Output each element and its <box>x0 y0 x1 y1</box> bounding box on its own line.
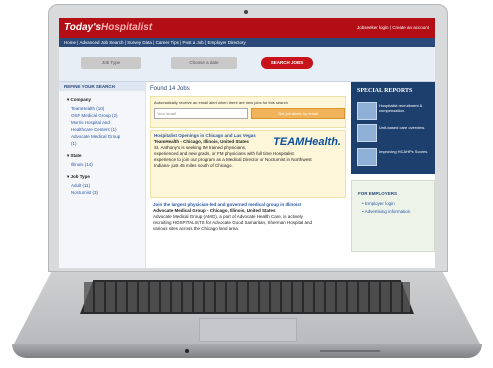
nav-post-job[interactable]: Post a Job <box>183 40 204 45</box>
report-item[interactable]: Unit-based care overview. <box>357 124 429 142</box>
for-employers: FOR EMPLOYERS • Employer login • Adverti… <box>351 180 435 252</box>
employers-title: FOR EMPLOYERS <box>358 191 398 196</box>
employer-login-link[interactable]: • Employer login <box>362 201 395 206</box>
nav-advanced-search[interactable]: Advanced Job Search <box>79 40 123 45</box>
report-thumbnail <box>357 102 377 120</box>
facet-jobtype-heading[interactable]: ▾ Job Type <box>59 168 145 182</box>
report-item[interactable]: Hospitalist recruitment & compensation. <box>357 102 429 120</box>
search-jobs-button[interactable]: SEARCH JOBS <box>261 57 313 69</box>
subscribe-button[interactable]: Get job alerts by email <box>251 108 345 119</box>
job-listing[interactable]: Hospitalist Openings in Chicago and Las … <box>150 130 346 198</box>
date-select[interactable]: Choose a date <box>171 57 237 69</box>
account-links: Jobseeker login | Create an account <box>356 25 429 30</box>
disc-slot <box>320 350 380 352</box>
power-led-icon <box>185 349 189 353</box>
facet-state-item[interactable]: Illinois (14) <box>59 161 145 168</box>
site-logo[interactable]: Today'sHospitalist <box>64 22 152 33</box>
report-thumbnail <box>357 124 377 142</box>
job-desc-line: various sites across the Chicago land ar… <box>153 226 240 231</box>
laptop-front-edge <box>12 344 482 358</box>
special-reports: SPECIAL REPORTS Hospitalist recruitment … <box>351 82 435 174</box>
keyboard-keys <box>84 282 410 312</box>
job-type-select[interactable]: Job Type <box>81 57 141 69</box>
facet-company-item[interactable]: (1) <box>59 140 145 147</box>
email-input[interactable]: Your email <box>154 108 248 119</box>
site-header: Today'sHospitalist Jobseeker login | Cre… <box>59 18 435 38</box>
facet-company-item[interactable]: Healthcare Centers (1) <box>59 126 145 133</box>
main-nav: Home | Advanced Job Search | Survey Data… <box>59 38 435 47</box>
nav-career-tips[interactable]: Career Tips <box>156 40 179 45</box>
right-column: SPECIAL REPORTS Hospitalist recruitment … <box>351 82 435 268</box>
special-reports-title: SPECIAL REPORTS <box>357 88 413 94</box>
refine-title: REFINE YOUR SEARCH <box>59 82 145 91</box>
facet-company-item[interactable]: Morris Hospital and <box>59 119 145 126</box>
nav-employer-directory[interactable]: Employer Directory <box>207 40 245 45</box>
report-item[interactable]: Improving HCAHPs Scores. <box>357 148 429 166</box>
nav-survey-data[interactable]: Survey Data <box>127 40 152 45</box>
results-main: Found 14 Jobs Automatically receive an e… <box>148 82 348 268</box>
facet-company-item[interactable]: TeamHealth (10) <box>59 105 145 112</box>
job-desc-line: Indiana- just 45 miles south of Chicago. <box>154 163 233 168</box>
job-alert-box: Automatically receive an email alert whe… <box>150 96 346 128</box>
facet-jobtype-item[interactable]: Adult (11) <box>59 182 145 189</box>
teamhealth-logo: TEAMHealth. <box>273 136 341 148</box>
refine-sidebar: REFINE YOUR SEARCH ▾ Company TeamHealth … <box>59 82 146 268</box>
nav-home[interactable]: Home <box>64 40 76 45</box>
camera-icon <box>244 10 248 14</box>
facet-company-heading[interactable]: ▾ Company <box>59 91 145 105</box>
laptop-screen: Today'sHospitalist Jobseeker login | Cre… <box>59 18 435 268</box>
create-account-link[interactable]: Create an account <box>392 25 429 30</box>
facet-jobtype-item[interactable]: Nocturnist (3) <box>59 189 145 196</box>
search-bar: Job Type Choose a date SEARCH JOBS <box>59 47 435 82</box>
trackpad <box>199 318 297 342</box>
results-count: Found 14 Jobs <box>150 86 190 92</box>
facet-state-heading[interactable]: ▾ State <box>59 147 145 161</box>
facet-company-item[interactable]: OSF Medical Group (2) <box>59 112 145 119</box>
alert-text: Automatically receive an email alert whe… <box>154 100 288 105</box>
jobseeker-login-link[interactable]: Jobseeker login <box>357 25 389 30</box>
facet-company-item[interactable]: Advocate Medical Group <box>59 133 145 140</box>
job-listing[interactable]: Join the largest physician-led and gover… <box>150 200 346 234</box>
report-thumbnail <box>357 148 377 166</box>
advertising-link[interactable]: • Advertising information <box>362 209 410 214</box>
